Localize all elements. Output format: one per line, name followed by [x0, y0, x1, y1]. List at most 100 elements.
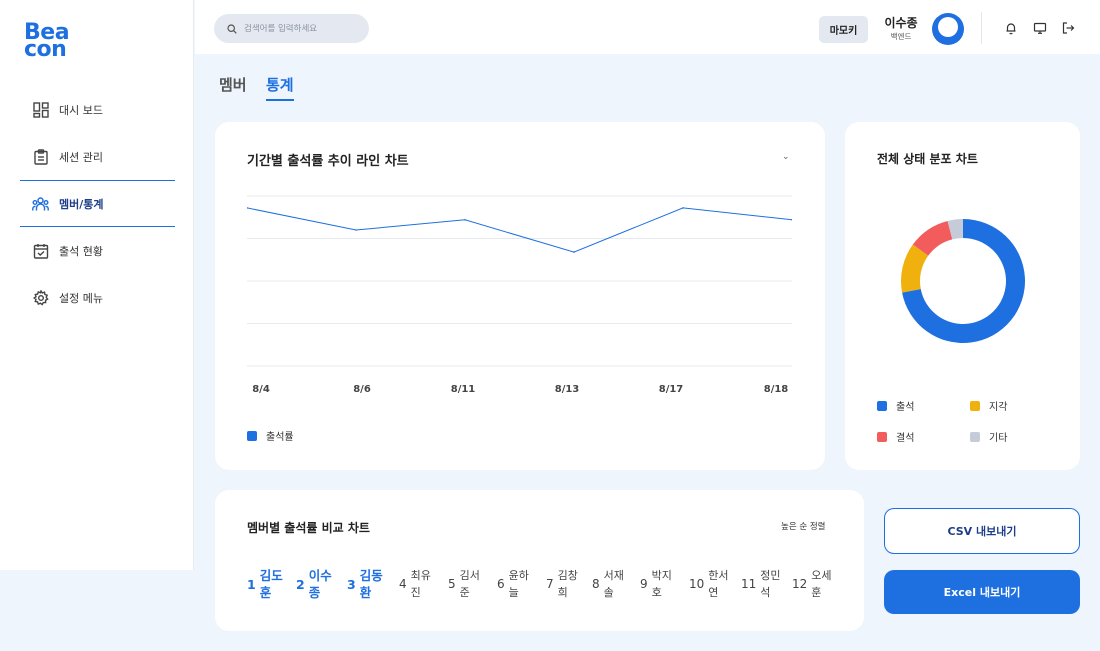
sidebar: Bea con 대시 보드 세션 관리 멤버/통계 출석 현황 설정 메뉴	[0, 0, 194, 570]
series-line	[247, 207, 792, 253]
sidebar-nav: 대시 보드 세션 관리 멤버/통계 출석 현황 설정 메뉴	[20, 86, 175, 321]
data-point	[355, 229, 357, 231]
rank-number: 4	[399, 577, 407, 591]
rank-number: 7	[546, 577, 554, 591]
member-rank-item[interactable]: 3 김동환	[347, 567, 384, 601]
csv-export-button[interactable]: CSV 내보내기	[884, 508, 1080, 554]
users-icon	[32, 195, 49, 212]
user-role: 백엔드	[890, 32, 912, 41]
data-point	[573, 251, 575, 253]
line-legend: 출석률	[247, 428, 294, 443]
member-rank-item[interactable]: 9 박지호	[640, 567, 676, 601]
legend-item-late: 지각	[970, 398, 1007, 413]
top-header: 마모키 이수종 백엔드	[195, 0, 1100, 54]
header-divider	[981, 12, 982, 44]
legend-label: 출석률	[266, 432, 294, 443]
rank-number: 11	[741, 577, 757, 591]
member-name: 김도훈	[259, 568, 283, 600]
sort-toggle[interactable]: 높은 순 정렬	[781, 520, 826, 532]
search-input[interactable]	[244, 23, 364, 34]
legend-label: 결석	[896, 433, 915, 444]
member-rank-item[interactable]: 1 김도훈	[247, 567, 284, 601]
member-name: 윤하늘	[508, 569, 529, 599]
member-comparison-card: 멤버별 출석률 비교 차트 높은 순 정렬 1 김도훈 2 이수종 3 김동환 4 최유진 5 김…	[215, 490, 864, 631]
logout-icon[interactable]	[1061, 20, 1075, 34]
calendar-check-icon	[32, 242, 49, 259]
x-tick-label: 8/11	[450, 384, 476, 395]
x-tick-label: 8/4	[252, 384, 270, 395]
donut-chart-title: 전체 상태 분포 차트	[877, 152, 978, 166]
dashboard-icon	[32, 101, 49, 118]
monitor-icon[interactable]	[1033, 20, 1047, 34]
member-name: 김서준	[459, 569, 480, 599]
search-icon	[227, 19, 237, 38]
member-name: 정민석	[760, 569, 781, 599]
line-chart-title: 기간별 출석률 추이 라인 차트	[247, 154, 409, 169]
member-rank-item[interactable]: 4 최유진	[399, 567, 435, 601]
rank-number: 1	[247, 576, 256, 592]
x-tick-label: 8/6	[353, 384, 371, 395]
sidebar-item-dashboard[interactable]: 대시 보드	[20, 86, 175, 133]
sidebar-item-label: 대시 보드	[59, 103, 103, 117]
legend-swatch	[970, 400, 980, 411]
member-rank-item[interactable]: 11 정민석	[741, 567, 784, 601]
avatar-head	[938, 17, 958, 37]
legend-swatch	[247, 430, 257, 441]
legend-swatch	[877, 431, 887, 442]
member-name: 이수종	[308, 568, 332, 600]
legend-swatch	[877, 400, 887, 411]
excel-export-button[interactable]: Excel 내보내기	[884, 570, 1080, 614]
search-box[interactable]	[214, 14, 369, 43]
logo-line2: con	[24, 37, 67, 62]
bell-icon[interactable]	[1004, 20, 1018, 35]
rank-number: 5	[448, 577, 456, 591]
rank-number: 10	[689, 577, 705, 591]
sidebar-item-label: 세션 관리	[59, 150, 103, 164]
tab-members[interactable]: 멤버	[219, 74, 247, 99]
member-name: 최유진	[410, 569, 431, 599]
sidebar-item-sessions[interactable]: 세션 관리	[20, 133, 175, 180]
clipboard-icon	[32, 148, 49, 165]
sidebar-item-label: 멤버/통계	[59, 197, 104, 211]
member-rank-item[interactable]: 2 이수종	[296, 567, 333, 601]
member-rank-item[interactable]: 6 윤하늘	[497, 567, 533, 601]
member-rank-item[interactable]: 7 김창희	[546, 567, 582, 601]
data-point	[464, 219, 466, 221]
rank-number: 9	[640, 577, 648, 591]
gear-icon	[32, 289, 49, 306]
x-tick-label: 8/13	[554, 384, 580, 395]
user-name: 이수종	[884, 16, 918, 30]
sidebar-item-label: 출석 현황	[59, 244, 103, 258]
rank-number: 12	[792, 577, 808, 591]
legend-swatch	[970, 431, 980, 442]
line-chart-card: 기간별 출석률 추이 라인 차트 ⌄ 8/4 8/6 8/11 8/13 8/17 8/1…	[215, 122, 825, 470]
member-name: 오세훈	[811, 569, 832, 599]
x-tick-label: 8/17	[658, 384, 684, 395]
member-name: 김동환	[359, 568, 383, 600]
donut-chart	[901, 219, 1025, 343]
sidebar-item-label: 설정 메뉴	[59, 291, 103, 305]
member-name: 박지호	[651, 569, 672, 599]
member-name: 김창희	[557, 569, 578, 599]
x-axis-labels: 8/4 8/6 8/11 8/13 8/17 8/18	[247, 384, 792, 398]
rank-number: 3	[347, 576, 356, 592]
member-rank-item[interactable]: 8 서재솔	[592, 567, 628, 601]
avatar[interactable]	[932, 13, 964, 45]
member-name: 한서연	[708, 569, 729, 599]
chevron-down-icon[interactable]: ⌄	[782, 152, 790, 162]
team-badge-button[interactable]: 마모키	[819, 16, 868, 43]
member-rank-item[interactable]: 12 오세훈	[792, 567, 835, 601]
sidebar-item-attendance[interactable]: 출석 현황	[20, 227, 175, 274]
legend-label: 기타	[989, 433, 1008, 444]
legend-item-absent: 결석	[877, 429, 914, 444]
member-name: 서재솔	[603, 569, 624, 599]
sidebar-item-members[interactable]: 멤버/통계	[20, 180, 175, 227]
member-chart-title: 멤버별 출석률 비교 차트	[247, 521, 370, 535]
rank-number: 6	[497, 577, 505, 591]
legend-label: 지각	[989, 402, 1008, 413]
sidebar-item-settings[interactable]: 설정 메뉴	[20, 274, 175, 321]
logo[interactable]: Bea con	[24, 22, 70, 62]
member-rank-item[interactable]: 5 김서준	[448, 567, 484, 601]
member-rank-item[interactable]: 10 한서연	[689, 567, 732, 601]
tab-stats[interactable]: 통계	[266, 74, 294, 101]
